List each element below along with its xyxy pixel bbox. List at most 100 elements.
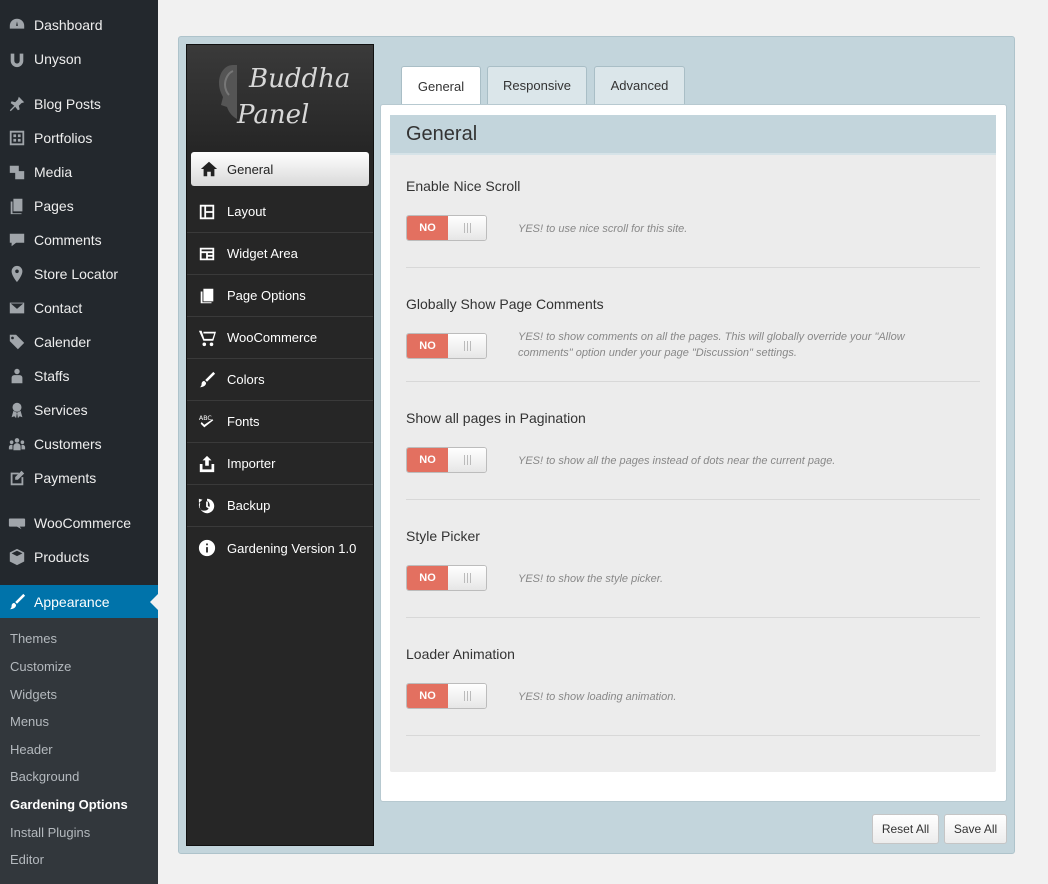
option-title-page-comments: Globally Show Page Comments xyxy=(406,296,604,312)
toggle-state-label: NO xyxy=(407,684,448,708)
panel-nav-colors[interactable]: Colors xyxy=(187,359,373,401)
paintbrush-icon xyxy=(187,371,227,389)
wp-menu-services[interactable]: Services xyxy=(0,393,158,427)
divider xyxy=(406,735,980,736)
toggle-page-comments[interactable]: NO xyxy=(406,333,487,359)
wp-menu-portfolios[interactable]: Portfolios xyxy=(0,121,158,155)
option-title-style-picker: Style Picker xyxy=(406,528,480,544)
option-desc-pagination: YES! to show all the pages instead of do… xyxy=(518,455,836,467)
wp-sub-background[interactable]: Background xyxy=(10,769,79,784)
upload-icon xyxy=(187,455,227,473)
section-title: General xyxy=(390,115,996,155)
toggle-knob xyxy=(448,334,486,358)
cart-icon xyxy=(187,329,227,347)
groups-icon xyxy=(0,427,34,461)
logo-line-1: Buddha xyxy=(249,64,351,94)
options-section xyxy=(390,115,996,772)
wp-sub-gardening-options[interactable]: Gardening Options xyxy=(10,797,128,812)
pages-icon xyxy=(0,189,34,223)
wp-menu-comments[interactable]: Comments xyxy=(0,223,158,257)
wp-menu-pages[interactable]: Pages xyxy=(0,189,158,223)
wp-menu-blog-posts[interactable]: Blog Posts xyxy=(0,87,158,121)
panel-nav-backup[interactable]: Backup xyxy=(187,485,373,527)
tab-general[interactable]: General xyxy=(401,66,481,106)
divider xyxy=(406,617,980,618)
wp-sub-widgets[interactable]: Widgets xyxy=(10,687,57,702)
edit-icon xyxy=(0,461,34,495)
toggle-knob xyxy=(448,448,486,472)
panel-nav-importer[interactable]: Importer xyxy=(187,443,373,485)
panel-nav-version[interactable]: Gardening Version 1.0 xyxy=(187,527,373,569)
wp-menu-contact[interactable]: Contact xyxy=(0,291,158,325)
toggle-knob xyxy=(448,566,486,590)
options-panel-sidebar: Buddha Panel General Layout Widget Area … xyxy=(186,44,374,846)
wp-sub-themes[interactable]: Themes xyxy=(10,631,57,646)
toggle-nice-scroll[interactable]: NO xyxy=(406,215,487,241)
wp-sub-editor[interactable]: Editor xyxy=(10,852,44,867)
option-title-nice-scroll: Enable Nice Scroll xyxy=(406,178,521,194)
pin-icon xyxy=(0,87,34,121)
location-icon xyxy=(0,257,34,291)
panel-nav-widget-area[interactable]: Widget Area xyxy=(187,233,373,275)
option-title-loader-animation: Loader Animation xyxy=(406,646,515,662)
staff-icon xyxy=(0,359,34,393)
wp-menu-payments[interactable]: Payments xyxy=(0,461,158,495)
toggle-state-label: NO xyxy=(407,334,448,358)
reset-all-button[interactable]: Reset All xyxy=(872,814,939,844)
save-all-button[interactable]: Save All xyxy=(944,814,1007,844)
toggle-pagination[interactable]: NO xyxy=(406,447,487,473)
option-desc-style-picker: YES! to show the style picker. xyxy=(518,573,664,585)
divider xyxy=(406,381,980,382)
layout-icon xyxy=(187,203,227,221)
wp-menu-store-locator[interactable]: Store Locator xyxy=(0,257,158,291)
panel-nav-layout[interactable]: Layout xyxy=(187,191,373,233)
toggle-state-label: NO xyxy=(407,216,448,240)
toggle-knob xyxy=(448,216,486,240)
dashboard-icon xyxy=(0,8,34,42)
info-icon xyxy=(187,539,227,557)
panel-nav-page-options[interactable]: Page Options xyxy=(187,275,373,317)
portfolio-icon xyxy=(0,121,34,155)
wp-menu-appearance[interactable]: Appearance xyxy=(0,585,158,619)
wp-menu-customers[interactable]: Customers xyxy=(0,427,158,461)
wp-menu-media[interactable]: Media xyxy=(0,155,158,189)
woocommerce-icon xyxy=(0,506,34,540)
home-icon xyxy=(191,160,227,178)
wp-menu-staffs[interactable]: Staffs xyxy=(0,359,158,393)
wp-submenu-appearance: Themes Customize Widgets Menus Header Ba… xyxy=(0,618,158,884)
mail-icon xyxy=(0,291,34,325)
calendar-icon xyxy=(0,325,34,359)
divider xyxy=(406,267,980,268)
paintbrush-icon xyxy=(0,585,34,619)
toggle-style-picker[interactable]: NO xyxy=(406,565,487,591)
toggle-knob xyxy=(448,684,486,708)
wp-menu-woocommerce[interactable]: WooCommerce xyxy=(0,506,158,540)
media-icon xyxy=(0,155,34,189)
products-icon xyxy=(0,540,34,574)
widget-area-icon xyxy=(187,245,227,263)
wp-sub-header[interactable]: Header xyxy=(10,742,53,757)
panel-nav-general[interactable]: General xyxy=(191,152,369,186)
buddha-panel-logo: Buddha Panel xyxy=(187,45,373,149)
wp-sub-install-plugins[interactable]: Install Plugins xyxy=(10,825,90,840)
wp-menu-unyson[interactable]: Unyson xyxy=(0,42,158,76)
wp-menu-dashboard[interactable]: Dashboard xyxy=(0,8,158,42)
toggle-state-label: NO xyxy=(407,448,448,472)
toggle-loader-animation[interactable]: NO xyxy=(406,683,487,709)
pages-icon xyxy=(187,287,227,305)
divider xyxy=(406,499,980,500)
panel-nav-fonts[interactable]: ABC Fonts xyxy=(187,401,373,443)
option-desc-loader-animation: YES! to show loading animation. xyxy=(518,691,677,703)
logo-line-2: Panel xyxy=(237,100,310,130)
wp-menu-products[interactable]: Products xyxy=(0,540,158,574)
award-icon xyxy=(0,393,34,427)
tab-responsive[interactable]: Responsive xyxy=(487,66,587,104)
option-desc-page-comments: YES! to show comments on all the pages. … xyxy=(518,331,905,359)
wp-sub-customize[interactable]: Customize xyxy=(10,659,71,674)
wp-sub-menus[interactable]: Menus xyxy=(10,714,49,729)
wp-menu-calender[interactable]: Calender xyxy=(0,325,158,359)
backup-icon xyxy=(187,497,227,515)
panel-nav-woocommerce[interactable]: WooCommerce xyxy=(187,317,373,359)
option-title-pagination: Show all pages in Pagination xyxy=(406,410,586,426)
tab-advanced[interactable]: Advanced xyxy=(594,66,685,104)
